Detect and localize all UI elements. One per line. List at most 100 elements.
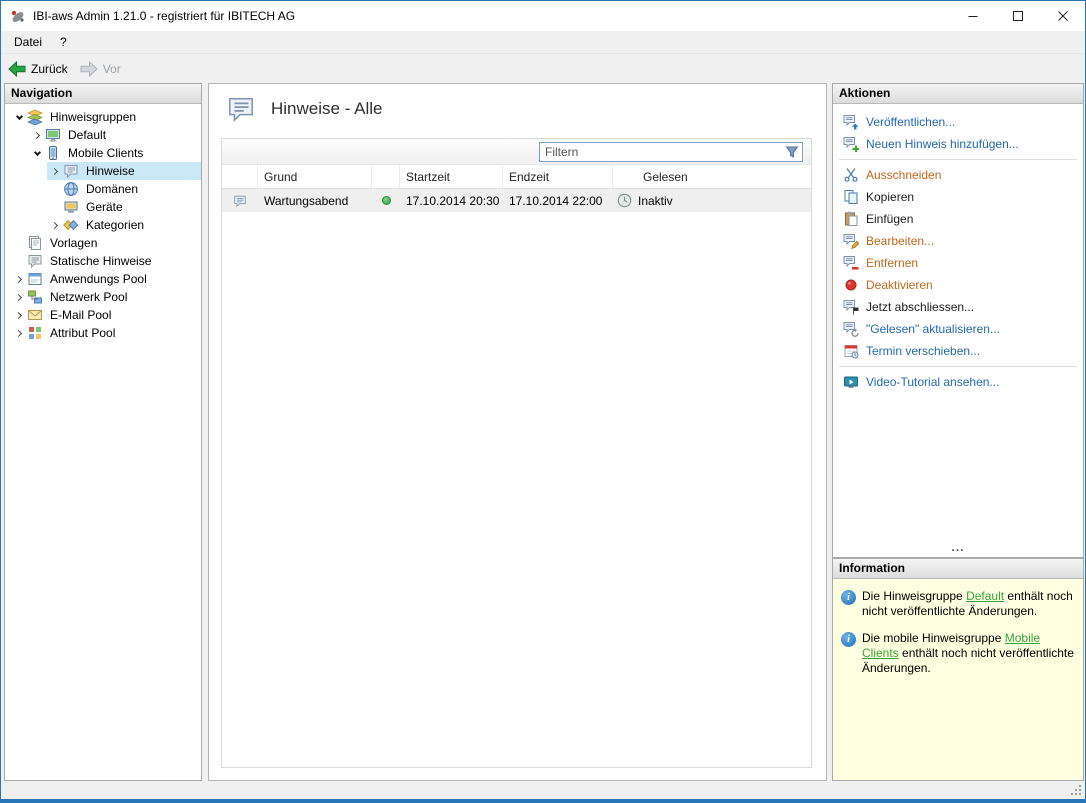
- tree-item-mobile-clients[interactable]: Mobile Clients: [5, 144, 201, 162]
- window-title: IBI-aws Admin 1.21.0 - registriert für I…: [33, 9, 295, 23]
- back-icon: [8, 61, 26, 77]
- resize-grip[interactable]: [1070, 784, 1083, 797]
- minimize-button[interactable]: [950, 1, 995, 31]
- app-window: IBI-aws Admin 1.21.0 - registriert für I…: [0, 0, 1086, 803]
- column-header-endzeit[interactable]: Endzeit: [503, 165, 613, 188]
- action-entfernen[interactable]: Entfernen: [833, 252, 1083, 274]
- tree-item-default[interactable]: Default: [5, 126, 201, 144]
- email-pool-icon: [27, 307, 43, 323]
- info-icon: i: [841, 590, 856, 605]
- attribut-pool-icon: [27, 325, 43, 341]
- grund-cell: Wartungsabend: [258, 189, 372, 212]
- action-video-tutorial[interactable]: Video-Tutorial ansehen...: [833, 371, 1083, 393]
- expander-icon[interactable]: [11, 313, 27, 318]
- expander-icon[interactable]: [11, 331, 27, 336]
- publish-icon: [843, 114, 859, 130]
- page-title-row: Hinweise - Alle: [226, 95, 383, 123]
- column-header-startzeit[interactable]: Startzeit: [400, 165, 503, 188]
- expander-icon[interactable]: [11, 116, 27, 119]
- maximize-button[interactable]: [995, 1, 1040, 31]
- info-text-prefix: Die mobile Hinweisgruppe: [862, 631, 1005, 645]
- action-label: Video-Tutorial ansehen...: [866, 375, 999, 389]
- hinweise-icon: [63, 163, 79, 179]
- action-label: Einfügen: [866, 212, 913, 226]
- action-deaktivieren[interactable]: Deaktivieren: [833, 274, 1083, 296]
- expander-icon[interactable]: [47, 169, 63, 174]
- action-bearbeiten[interactable]: Bearbeiten...: [833, 230, 1083, 252]
- nav-toolbar: Zurück Vor: [1, 55, 1085, 82]
- info-text: Die mobile Hinweisgruppe Mobile Clients …: [862, 631, 1075, 676]
- table-row[interactable]: Wartungsabend 17.10.2014 20:30 17.10.201…: [222, 189, 811, 212]
- status-bar: [1, 781, 1085, 799]
- info-item-default: i Die Hinweisgruppe Default enthält noch…: [841, 589, 1075, 619]
- action-ausschneiden[interactable]: Ausschneiden: [833, 164, 1083, 186]
- action-gelesen-aktualisieren[interactable]: "Gelesen" aktualisieren...: [833, 318, 1083, 340]
- tree-item-domaenen[interactable]: Domänen: [5, 180, 201, 198]
- tree-item-attribut-pool[interactable]: Attribut Pool: [5, 324, 201, 342]
- deactivate-icon: [843, 277, 859, 293]
- remove-icon: [843, 255, 859, 271]
- column-header-status[interactable]: [372, 165, 400, 188]
- netzwerk-pool-icon: [27, 289, 43, 305]
- kategorien-icon: [63, 217, 79, 233]
- gelesen-text: Inaktiv: [638, 194, 673, 208]
- expander-icon[interactable]: [29, 152, 45, 155]
- actions-panel: Aktionen Veröffentlichen... Neuen Hinwei…: [832, 83, 1084, 558]
- filter-input[interactable]: [540, 144, 785, 161]
- close-icon: [1058, 11, 1068, 21]
- mobile-clients-icon: [45, 145, 61, 161]
- info-item-mobile-clients: i Die mobile Hinweisgruppe Mobile Client…: [841, 631, 1075, 676]
- action-jetzt-abschliessen[interactable]: Jetzt abschliessen...: [833, 296, 1083, 318]
- tree-item-statische-hinweise[interactable]: Statische Hinweise: [5, 252, 201, 270]
- tree-item-kategorien[interactable]: Kategorien: [5, 216, 201, 234]
- menu-datei[interactable]: Datei: [5, 32, 51, 52]
- column-header-grund[interactable]: Grund: [258, 165, 372, 188]
- tree-item-label: Domänen: [83, 182, 141, 196]
- tree-item-email-pool[interactable]: E-Mail Pool: [5, 306, 201, 324]
- back-button[interactable]: Zurück: [8, 61, 68, 77]
- tree-item-anwendungs-pool[interactable]: Anwendungs Pool: [5, 270, 201, 288]
- page-title: Hinweise - Alle: [271, 99, 383, 119]
- action-neuen-hinweis-hinzufuegen[interactable]: Neuen Hinweis hinzufügen...: [833, 133, 1083, 155]
- tree-item-hinweisgruppen[interactable]: Hinweisgruppen: [5, 108, 201, 126]
- info-icon: i: [841, 632, 856, 647]
- menu-help[interactable]: ?: [51, 32, 76, 52]
- close-button[interactable]: [1040, 1, 1085, 31]
- hinweise-list: Grund Startzeit Endzeit Gelesen Wartungs…: [221, 138, 812, 768]
- action-label: Neuen Hinweis hinzufügen...: [866, 137, 1019, 151]
- tree-item-vorlagen[interactable]: Vorlagen: [5, 234, 201, 252]
- expander-icon[interactable]: [47, 223, 63, 228]
- action-label: Veröffentlichen...: [866, 115, 955, 129]
- tree-item-geraete[interactable]: Geräte: [5, 198, 201, 216]
- action-label: Jetzt abschliessen...: [866, 300, 974, 314]
- tree-item-label: Anwendungs Pool: [47, 272, 150, 286]
- paste-icon: [843, 211, 859, 227]
- tree-item-netzwerk-pool[interactable]: Netzwerk Pool: [5, 288, 201, 306]
- column-header-icon[interactable]: [222, 165, 258, 188]
- forward-button[interactable]: Vor: [80, 61, 121, 77]
- reschedule-icon: [843, 343, 859, 359]
- expander-icon[interactable]: [11, 295, 27, 300]
- expander-icon[interactable]: [11, 277, 27, 282]
- expander-icon[interactable]: [29, 133, 45, 138]
- finish-icon: [843, 299, 859, 315]
- information-body: i Die Hinweisgruppe Default enthält noch…: [833, 579, 1083, 676]
- tree-item-label: Hinweise: [83, 164, 138, 178]
- main-content-panel: Hinweise - Alle Grund Startzeit Endzeit …: [208, 83, 827, 781]
- tree-item-label: Attribut Pool: [47, 326, 118, 340]
- action-einfuegen[interactable]: Einfügen: [833, 208, 1083, 230]
- tree-item-label: Statische Hinweise: [47, 254, 154, 268]
- tree-item-hinweise[interactable]: Hinweise: [5, 162, 201, 180]
- actions-separator: [839, 366, 1077, 367]
- filter-icon[interactable]: [785, 145, 799, 159]
- column-header-gelesen[interactable]: Gelesen: [613, 165, 811, 188]
- action-kopieren[interactable]: Kopieren: [833, 186, 1083, 208]
- actions-splitter-handle[interactable]: ...: [833, 544, 1083, 556]
- edit-icon: [843, 233, 859, 249]
- action-label: Deaktivieren: [866, 278, 933, 292]
- statische-hinweise-icon: [27, 253, 43, 269]
- action-veroeffentlichen[interactable]: Veröffentlichen...: [833, 111, 1083, 133]
- action-termin-verschieben[interactable]: Termin verschieben...: [833, 340, 1083, 362]
- info-link-default[interactable]: Default: [966, 589, 1004, 603]
- tree-item-label: Netzwerk Pool: [47, 290, 130, 304]
